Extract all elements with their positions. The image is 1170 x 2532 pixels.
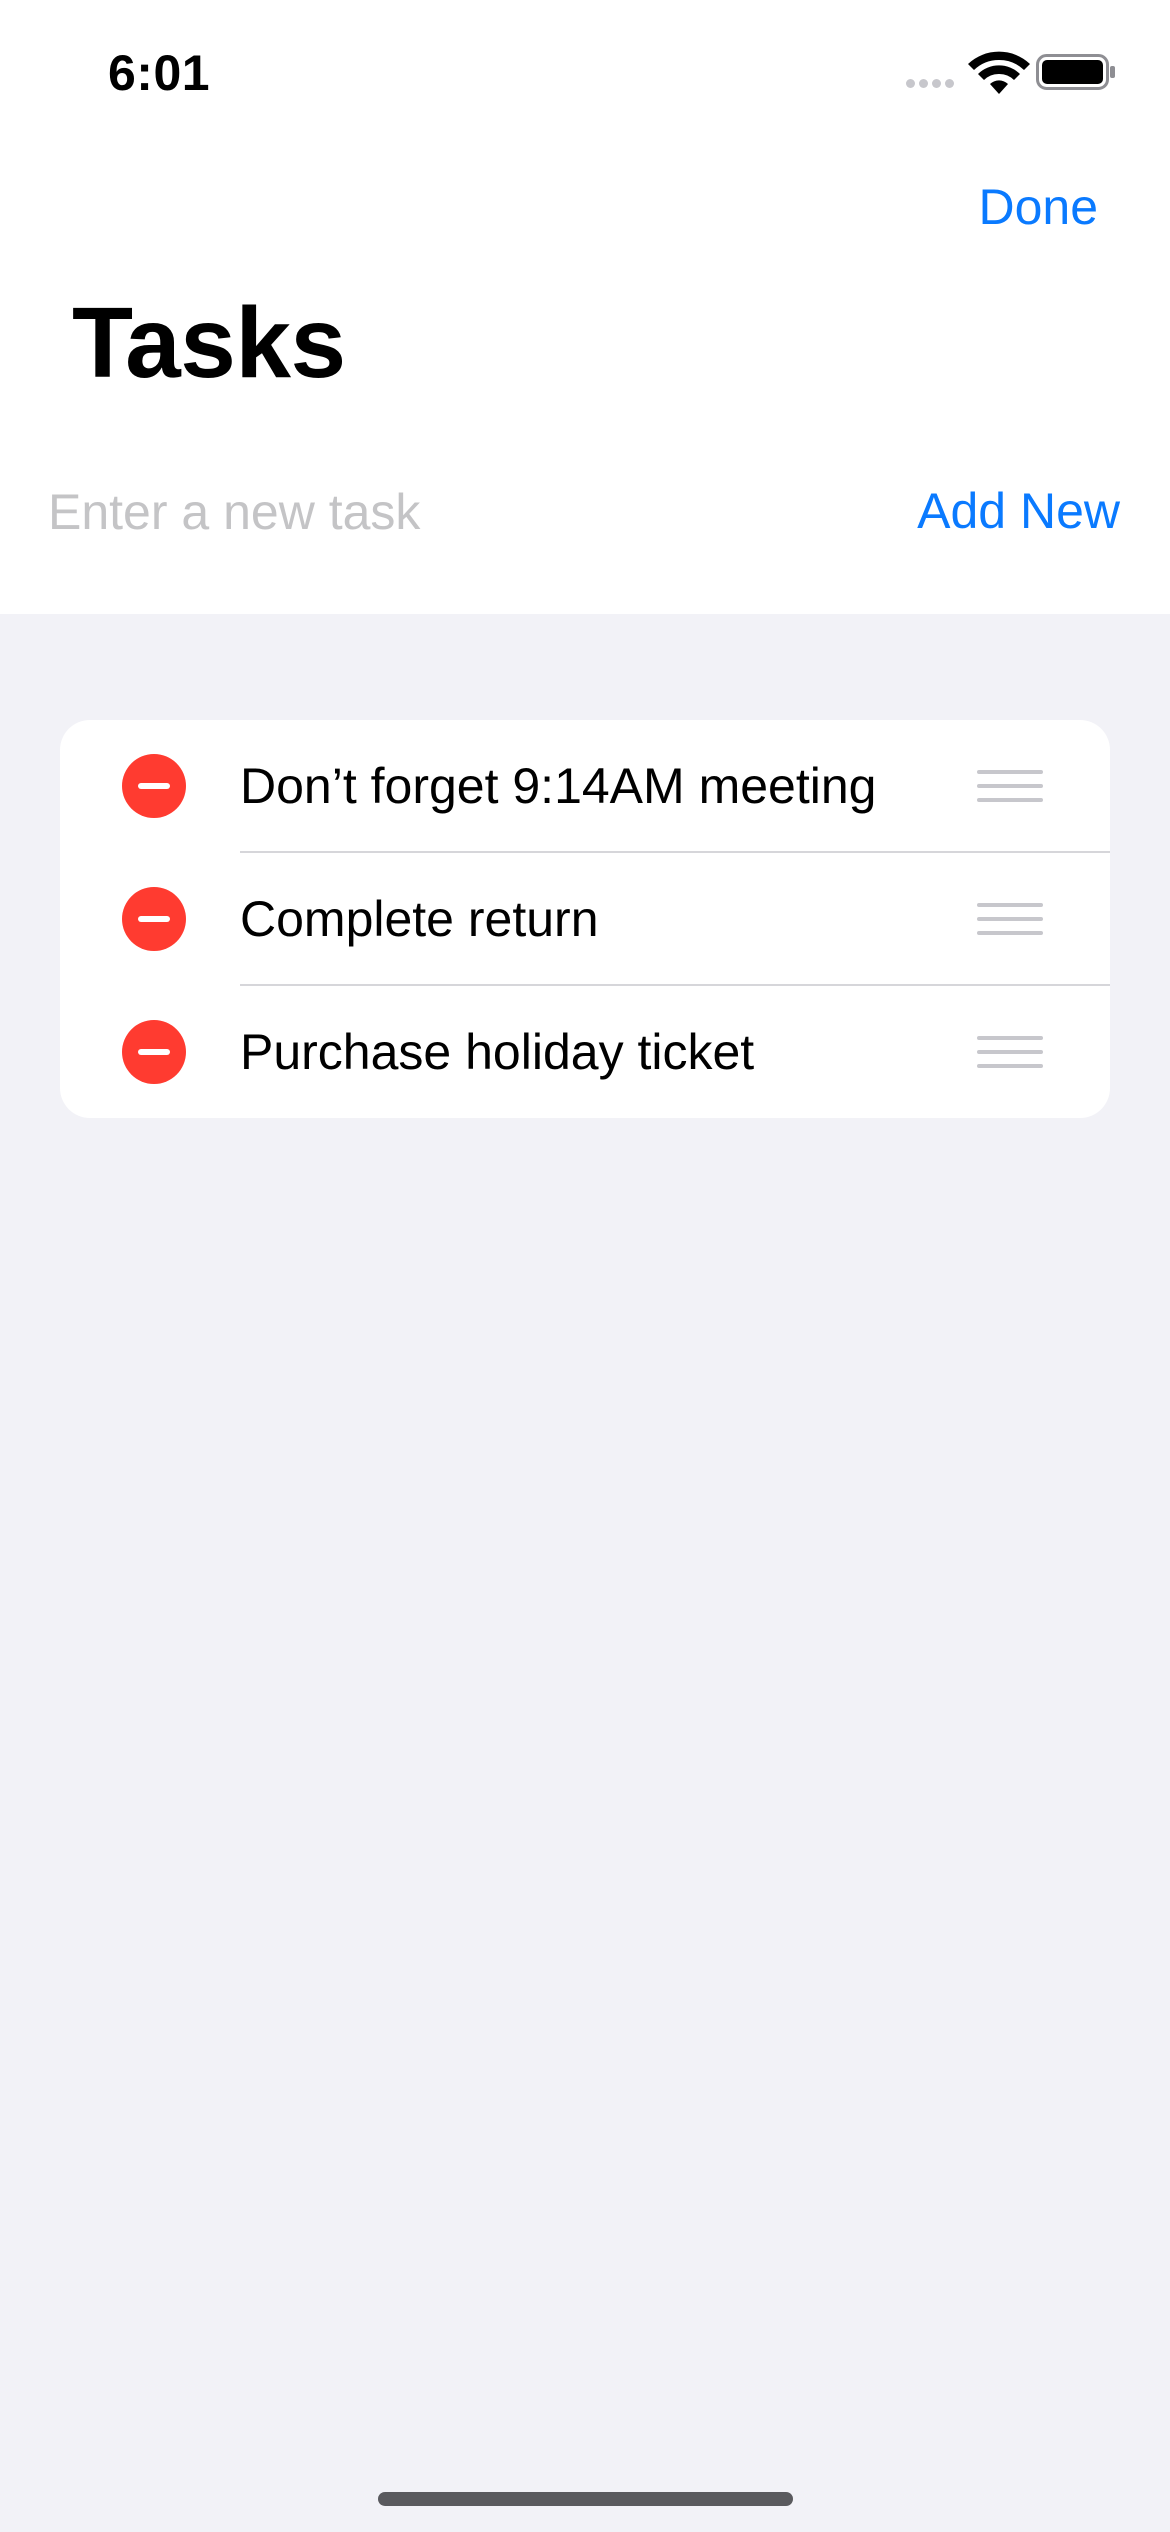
row-separator xyxy=(240,984,1110,986)
row-separator xyxy=(240,851,1110,853)
cellular-signal-icon xyxy=(906,79,954,88)
home-indicator[interactable] xyxy=(378,2492,793,2506)
delete-circle-icon[interactable] xyxy=(122,1020,186,1084)
done-button[interactable]: Done xyxy=(978,178,1098,236)
task-row[interactable]: Complete return xyxy=(60,853,1110,985)
task-list: Don’t forget 9:14AM meeting Complete ret… xyxy=(60,720,1110,1118)
add-new-button[interactable]: Add New xyxy=(917,482,1120,540)
task-row[interactable]: Purchase holiday ticket xyxy=(60,986,1110,1118)
new-task-input[interactable] xyxy=(48,474,848,550)
task-text: Complete return xyxy=(240,891,599,947)
task-text: Don’t forget 9:14AM meeting xyxy=(240,758,877,814)
delete-circle-icon[interactable] xyxy=(122,887,186,951)
reorder-handle-icon[interactable] xyxy=(977,770,1043,802)
task-row[interactable]: Don’t forget 9:14AM meeting xyxy=(60,720,1110,852)
reorder-handle-icon[interactable] xyxy=(977,1036,1043,1068)
page-title: Tasks xyxy=(72,287,346,399)
battery-icon xyxy=(1036,54,1115,90)
status-bar-time: 6:01 xyxy=(108,45,211,101)
reorder-handle-icon[interactable] xyxy=(977,903,1043,935)
header-area: 6:01 Done Tasks Add New xyxy=(0,0,1170,614)
delete-circle-icon[interactable] xyxy=(122,754,186,818)
task-text: Purchase holiday ticket xyxy=(240,1024,755,1080)
wifi-icon xyxy=(968,51,1030,94)
